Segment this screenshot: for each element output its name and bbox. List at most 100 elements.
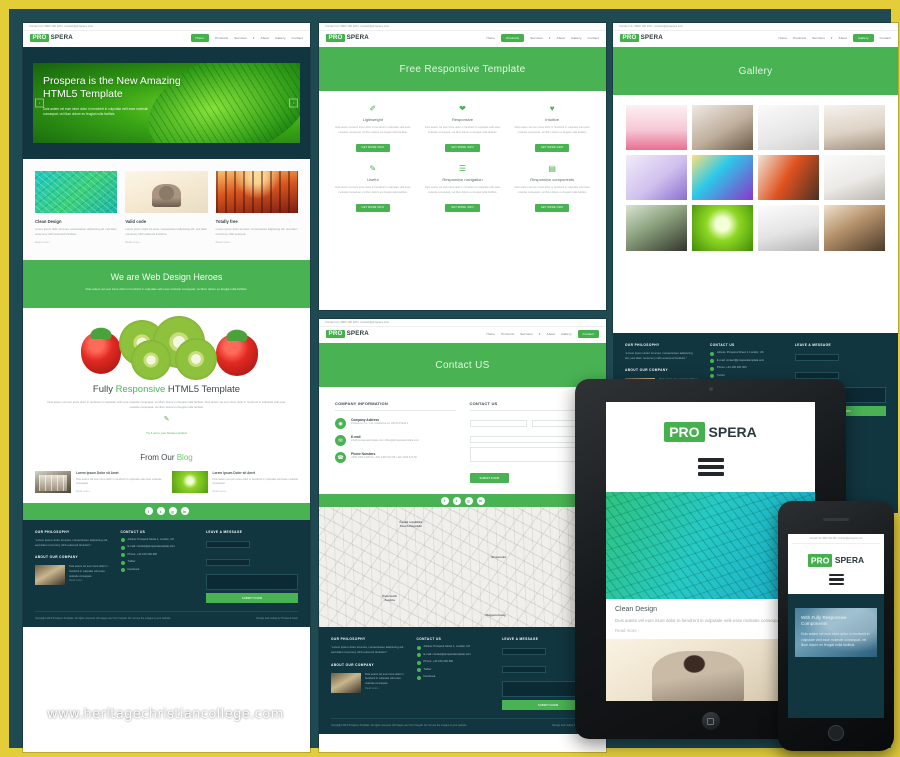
nav-item-home[interactable]: Home <box>487 332 496 336</box>
list-item[interactable]: Adress: Prospera Street 1, London, UK <box>416 645 491 650</box>
get-more-info-button[interactable]: GET MORE INFO <box>534 203 570 212</box>
nav-item-services[interactable]: Services <box>530 36 543 40</box>
phone-logo[interactable]: PRO SPERA <box>792 550 880 568</box>
tablet-logo[interactable]: PRO SPERA <box>606 402 815 458</box>
logo[interactable]: PRO SPERA <box>620 34 663 43</box>
footer-submit-button[interactable]: SUBMIT FORM <box>206 592 298 603</box>
nav-item-products[interactable]: Products <box>501 34 525 43</box>
gallery-item[interactable] <box>758 105 819 151</box>
list-item[interactable]: E-mail: contact@prosperatemplate.com <box>709 359 783 363</box>
gallery-item[interactable] <box>626 105 687 151</box>
feature-card[interactable]: ▤ Responsive components Duis autem vel e… <box>512 165 592 213</box>
gallery-item[interactable] <box>758 205 819 251</box>
nav-item-products[interactable]: Products <box>793 36 806 40</box>
products-page-mockup[interactable]: Contact Us: 0800 100 200 • contact@prosp… <box>319 23 606 310</box>
twitter-icon[interactable]: t <box>156 507 165 516</box>
get-more-info-button[interactable]: GET MORE INFO <box>355 203 391 212</box>
read-more-link[interactable]: Read more › <box>125 240 207 244</box>
list-item[interactable]: Lorem Ipsum Dolor sit Amet Duis autem ve… <box>171 470 299 493</box>
nav-item-products[interactable]: Products <box>215 36 228 40</box>
nav-item-gallery[interactable]: Gallery <box>853 34 874 43</box>
logo[interactable]: PRO SPERA <box>326 34 369 43</box>
list-item[interactable]: Twitter <box>120 560 195 565</box>
twitter-icon[interactable]: t <box>452 496 461 505</box>
gallery-item[interactable] <box>824 205 885 251</box>
hamburger-menu-icon[interactable] <box>828 574 844 585</box>
list-item[interactable]: Phone: +44 100 200 300 <box>120 553 195 558</box>
feature-card[interactable]: ☰ Responsive navigation Duis autem vel e… <box>423 165 503 213</box>
read-more-link[interactable]: Read more › <box>35 240 117 244</box>
read-more-link[interactable]: Read more › <box>76 490 162 493</box>
footer-email-input[interactable] <box>206 558 251 566</box>
list-item[interactable]: E-mail: contact@prosperatemplate.com <box>120 545 195 550</box>
contact-submit-button[interactable]: SUBMIT FORM <box>469 473 510 484</box>
list-item[interactable]: E-mail: contact@prosperatemplate.com <box>416 653 491 658</box>
tablet-home-button[interactable] <box>701 712 720 730</box>
gallery-page-mockup[interactable]: Contact Us: 0800 100 200 • contact@prosp… <box>613 23 898 333</box>
nav-item-home[interactable]: Home <box>487 36 496 40</box>
feature-card[interactable]: ✐ Lightweight Duis autem vel eum iriure … <box>333 105 413 153</box>
get-more-info-button[interactable]: GET MORE INFO <box>534 143 570 152</box>
footer-name-input[interactable] <box>794 354 839 361</box>
gallery-item[interactable] <box>824 155 885 201</box>
try-it-link[interactable]: Try it out in your browser window <box>43 431 290 435</box>
chevron-down-icon[interactable]: ▾ <box>539 332 541 336</box>
feature-column[interactable]: Valid code Lorem ipsum dolor sit amet, c… <box>125 171 208 244</box>
nav-item-home[interactable]: Home <box>190 34 210 43</box>
slider-next-icon[interactable]: › <box>289 98 298 108</box>
feature-card[interactable]: ♥ Intuitive Duis autem vel eum iriure do… <box>512 105 592 153</box>
read-more-link[interactable]: Read more › <box>213 490 299 493</box>
nav-item-gallery[interactable]: Gallery <box>561 332 572 336</box>
slider-prev-icon[interactable]: ‹ <box>35 98 44 108</box>
hero-slider[interactable]: Prospera is the New Amazing HTML5 Templa… <box>23 47 310 160</box>
get-more-info-button[interactable]: GET MORE INFO <box>355 143 391 152</box>
contact-name-input[interactable] <box>469 420 528 428</box>
list-item[interactable]: Lorem Ipsum Dolor sit Amet Duis autem ve… <box>35 470 162 493</box>
gallery-item[interactable] <box>692 105 753 151</box>
linkedin-icon[interactable]: in <box>180 507 189 516</box>
list-item[interactable]: Facebook <box>416 675 491 680</box>
footer-name-input[interactable] <box>206 540 251 548</box>
nav-item-gallery[interactable]: Gallery <box>275 36 286 40</box>
location-map[interactable]: Česká republika Czech Republic Slovensko… <box>319 507 606 628</box>
read-more-link[interactable]: Read more › <box>69 579 109 584</box>
linkedin-icon[interactable]: in <box>476 496 485 505</box>
nav-item-services[interactable]: Services <box>520 332 533 336</box>
footer-name-input[interactable] <box>502 648 547 656</box>
list-item[interactable]: Adress: Prospera Street 1, London, UK <box>709 351 783 356</box>
feature-column[interactable]: Clean Design Lorem ipsum dolor sit amet,… <box>35 171 118 244</box>
read-more-link[interactable]: Read more › <box>216 240 298 244</box>
contact-page-mockup[interactable]: Contact Us: 0800 100 200 • contact@prosp… <box>319 319 606 752</box>
gallery-item[interactable] <box>692 155 753 201</box>
feature-column[interactable]: Totally free Lorem ipsum dolor sit amet,… <box>215 171 298 244</box>
list-item[interactable]: Phone: +44 100 200 300 <box>416 660 491 665</box>
logo[interactable]: PRO SPERA <box>326 330 369 339</box>
gallery-item[interactable] <box>626 205 687 251</box>
read-more-link[interactable]: Read more › <box>365 687 405 692</box>
list-item[interactable]: Adress: Prospera Street 1, London, UK <box>120 538 195 543</box>
footer-message-input[interactable] <box>206 573 298 590</box>
nav-item-contact[interactable]: Contact <box>588 36 599 40</box>
nav-item-services[interactable]: Services <box>812 36 825 40</box>
phone-screen[interactable]: Contact Us: 0800 100 200 • contact@prosp… <box>788 534 884 718</box>
nav-item-home[interactable]: Home <box>779 36 788 40</box>
nav-item-about[interactable]: About <box>557 36 566 40</box>
list-item[interactable]: Twitter <box>416 668 491 673</box>
get-more-info-button[interactable]: GET MORE INFO <box>445 203 480 212</box>
contact-subject-input[interactable] <box>469 436 590 444</box>
nav-item-contact[interactable]: Contact <box>577 330 599 339</box>
gallery-item[interactable] <box>626 155 687 201</box>
facebook-icon[interactable]: f <box>440 496 449 505</box>
googleplus-icon[interactable]: g <box>464 496 473 505</box>
nav-item-services[interactable]: Services <box>234 36 247 40</box>
feature-card[interactable]: ✎ Useful Duis autem vel eum iriure dolor… <box>333 165 413 213</box>
logo[interactable]: PRO SPERA <box>30 34 73 43</box>
hamburger-menu-icon[interactable] <box>697 458 724 476</box>
list-item[interactable]: Facebook <box>120 568 195 573</box>
facebook-icon[interactable]: f <box>144 507 153 516</box>
feature-card[interactable]: ❤ Responsive Duis autem vel eum iriure d… <box>423 105 503 153</box>
nav-item-contact[interactable]: Contact <box>880 36 891 40</box>
googleplus-icon[interactable]: g <box>168 507 177 516</box>
footer-email-input[interactable] <box>502 666 547 674</box>
nav-item-gallery[interactable]: Gallery <box>571 36 582 40</box>
